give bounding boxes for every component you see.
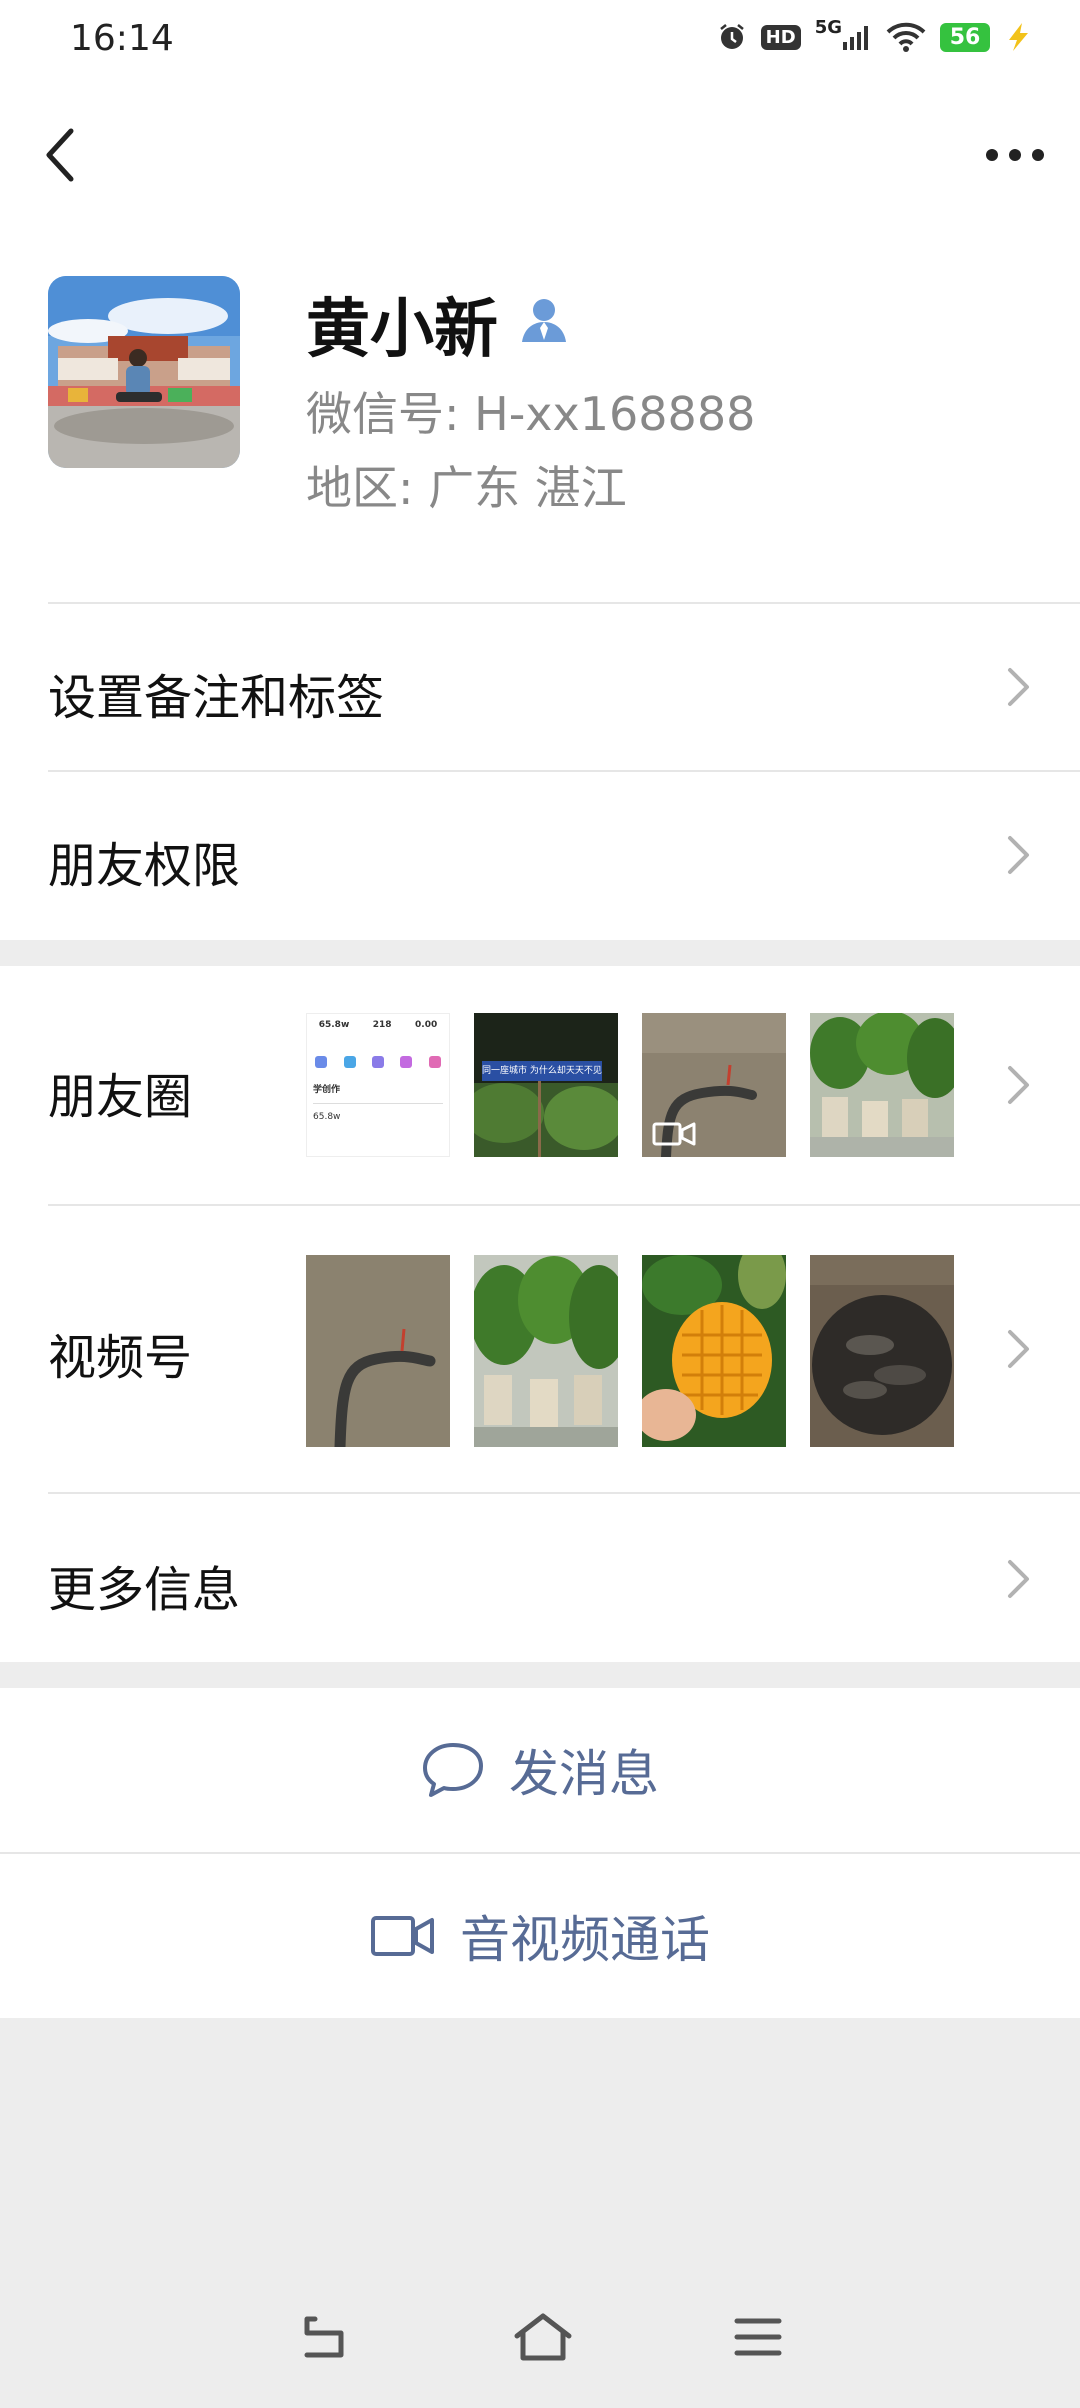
moments-row[interactable]: 朋友圈 65.8w 218 0.00 学创作 65.8w 同一座城市 为什么却天… — [0, 966, 1080, 1204]
hd-icon: HD — [760, 24, 801, 50]
system-menu-button[interactable] — [733, 2315, 783, 2363]
profile-header: 黄小新 微信号: H-xx168888 地区: 广东 湛江 — [0, 230, 1080, 600]
channels-thumb-2 — [474, 1255, 618, 1447]
more-info-label: 更多信息 — [48, 1562, 241, 1618]
video-camera-icon — [652, 1122, 696, 1146]
moments-sign-text: 同一座城市 为什么却天天不见 — [482, 1066, 602, 1076]
chevron-right-icon — [1008, 836, 1029, 874]
battery-icon: 56 — [940, 22, 990, 52]
5g-signal-icon: 5G — [815, 17, 872, 50]
remark-tags-label: 设置备注和标签 — [48, 670, 385, 726]
system-home-button[interactable] — [513, 2312, 573, 2366]
moments-label: 朋友圈 — [48, 1069, 193, 1125]
region: 地区: 广东 湛江 — [306, 461, 627, 515]
mini-stat-2: 218 — [372, 1020, 392, 1030]
alarm-icon — [717, 22, 747, 52]
chevron-left-icon — [46, 128, 74, 182]
friend-permissions-row[interactable]: 朋友权限 — [0, 772, 1080, 938]
contact-person-icon — [522, 299, 566, 342]
profile-content-group: 朋友圈 65.8w 218 0.00 学创作 65.8w 同一座城市 为什么却天… — [0, 966, 1080, 1662]
send-message-label: 发消息 — [509, 1745, 659, 1803]
moments-thumb-plants — [810, 1013, 954, 1157]
system-back-button[interactable] — [297, 2313, 353, 2365]
moments-thumb-screenshot: 65.8w 218 0.00 学创作 65.8w — [306, 1013, 450, 1157]
home-icon — [514, 2313, 572, 2361]
profile-name: 黄小新 — [306, 293, 498, 367]
more-dots-icon — [986, 149, 1044, 161]
return-arrow-icon — [304, 2316, 344, 2358]
charging-icon — [1004, 22, 1032, 52]
status-time: 16:14 — [70, 18, 174, 59]
channels-thumb-mango — [642, 1255, 786, 1447]
channels-thumb-1 — [306, 1255, 450, 1447]
chevron-right-icon — [1008, 1560, 1029, 1598]
chevron-right-icon — [1008, 1066, 1029, 1104]
chevron-right-icon — [1008, 668, 1029, 706]
video-camera-icon — [371, 1916, 434, 1956]
send-message-button[interactable]: 发消息 — [0, 1688, 1080, 1852]
wifi-icon — [886, 22, 926, 52]
mini-heading: 学创作 — [313, 1085, 341, 1095]
channels-label: 视频号 — [48, 1330, 193, 1386]
friend-permissions-label: 朋友权限 — [48, 838, 241, 894]
menu-icon — [734, 2318, 782, 2356]
moments-thumbnails: 65.8w 218 0.00 学创作 65.8w 同一座城市 为什么却天天不见 — [306, 1013, 954, 1157]
top-nav — [0, 80, 1080, 230]
status-bar: 16:14 HD 5G 56 — [0, 0, 1080, 80]
more-options-button[interactable] — [970, 120, 1060, 190]
channels-row[interactable]: 视频号 — [0, 1206, 1080, 1492]
status-icons: HD 5G 56 — [717, 17, 1032, 52]
channels-thumbnails — [306, 1255, 954, 1447]
chevron-right-icon — [1008, 1330, 1029, 1368]
moments-thumb-sign: 同一座城市 为什么却天天不见 — [474, 1013, 618, 1157]
mini-stat-1: 65.8w — [318, 1020, 350, 1030]
channels-thumb-fish — [810, 1255, 954, 1447]
remark-tags-row[interactable]: 设置备注和标签 — [0, 604, 1080, 770]
avatar[interactable] — [48, 276, 240, 468]
mini-value: 65.8w — [313, 1112, 341, 1122]
mini-stat-3: 0.00 — [415, 1020, 438, 1030]
voice-video-call-label: 音视频通话 — [460, 1911, 710, 1969]
chat-bubble-icon — [423, 1743, 483, 1797]
settings-group: 设置备注和标签 朋友权限 — [0, 600, 1080, 940]
moments-thumb-video — [642, 1013, 786, 1157]
more-info-row[interactable]: 更多信息 — [0, 1494, 1080, 1662]
back-button[interactable] — [30, 120, 90, 190]
system-nav-bar — [0, 2270, 1080, 2408]
voice-video-call-button[interactable]: 音视频通话 — [0, 1854, 1080, 2018]
wechat-id: 微信号: H-xx168888 — [306, 387, 756, 441]
network-type: 5G — [814, 16, 842, 38]
